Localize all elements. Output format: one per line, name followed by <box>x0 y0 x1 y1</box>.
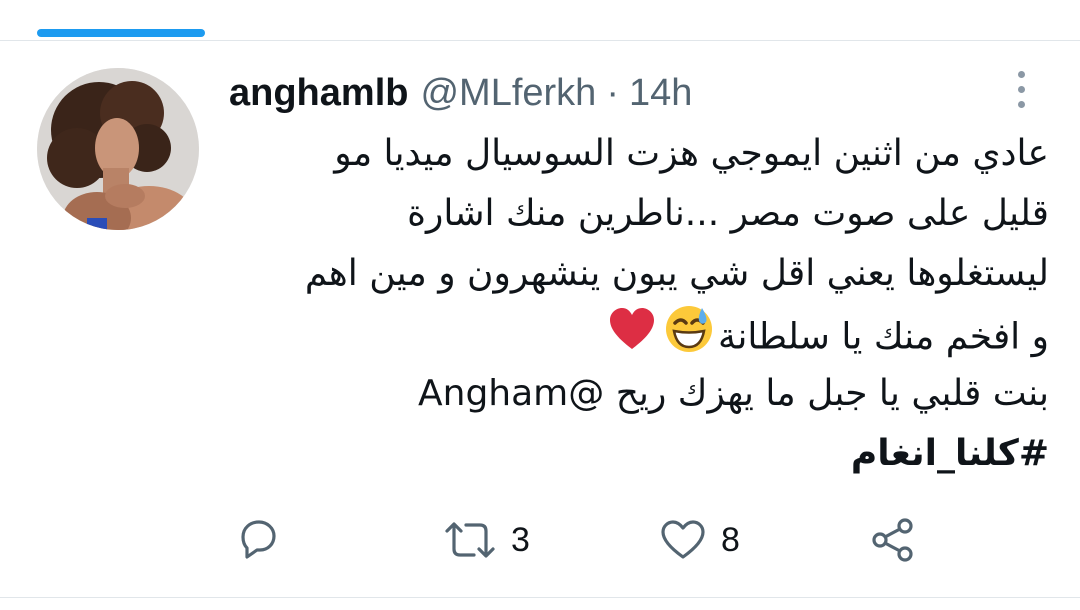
tweet-line: بنت قلبي يا جبل ما يهزك ريح @Angham <box>418 373 1049 414</box>
tweet-actions: 3 8 <box>229 512 949 568</box>
display-name[interactable]: anghamlb <box>229 70 408 116</box>
share-button[interactable] <box>869 512 917 568</box>
hashtag-link[interactable]: #كلنا_انغام <box>229 424 1049 484</box>
tweet-line: قليل على صوت مصر ...ناطرين منك اشارة <box>407 193 1049 234</box>
tweet-line-with-emojis: و افخم منك يا سلطانة <box>229 304 1049 364</box>
tweet-header: anghamlb @MLferkh · 14h <box>229 70 692 116</box>
reply-button[interactable] <box>235 512 281 568</box>
reply-icon <box>241 520 276 559</box>
avatar-photo <box>37 68 199 230</box>
tweet-line: ليستغلوها يعني اقل شي يبون ينشهرون و مين… <box>304 253 1049 294</box>
tweet-line: و افخم منك يا سلطانة <box>718 316 1049 358</box>
grinning-sweat-emoji <box>664 304 714 373</box>
user-handle[interactable]: @MLferkh <box>420 70 596 116</box>
retweet-icon <box>445 522 495 558</box>
like-button[interactable]: 8 <box>659 512 740 568</box>
timestamp[interactable]: 14h <box>629 70 692 116</box>
bottom-divider <box>0 597 1080 598</box>
tweet-screen: anghamlb @MLferkh · 14h عادي من اثنين اي… <box>0 0 1080 610</box>
heart-icon <box>661 520 705 559</box>
tweet-line: عادي من اثنين ايموجي هزت السوسيال ميديا … <box>334 133 1049 174</box>
tab-indicator <box>37 29 205 37</box>
avatar[interactable] <box>37 68 199 230</box>
more-options-icon[interactable] <box>1006 68 1036 108</box>
share-icon <box>872 518 913 562</box>
tweet-text: عادي من اثنين ايموجي هزت السوسيال ميديا … <box>229 124 1049 484</box>
separator-dot: · <box>606 72 619 114</box>
retweet-count: 3 <box>511 520 530 559</box>
top-divider <box>0 40 1080 41</box>
like-count: 8 <box>721 520 740 559</box>
red-heart-emoji <box>608 306 656 371</box>
retweet-button[interactable]: 3 <box>443 512 530 568</box>
